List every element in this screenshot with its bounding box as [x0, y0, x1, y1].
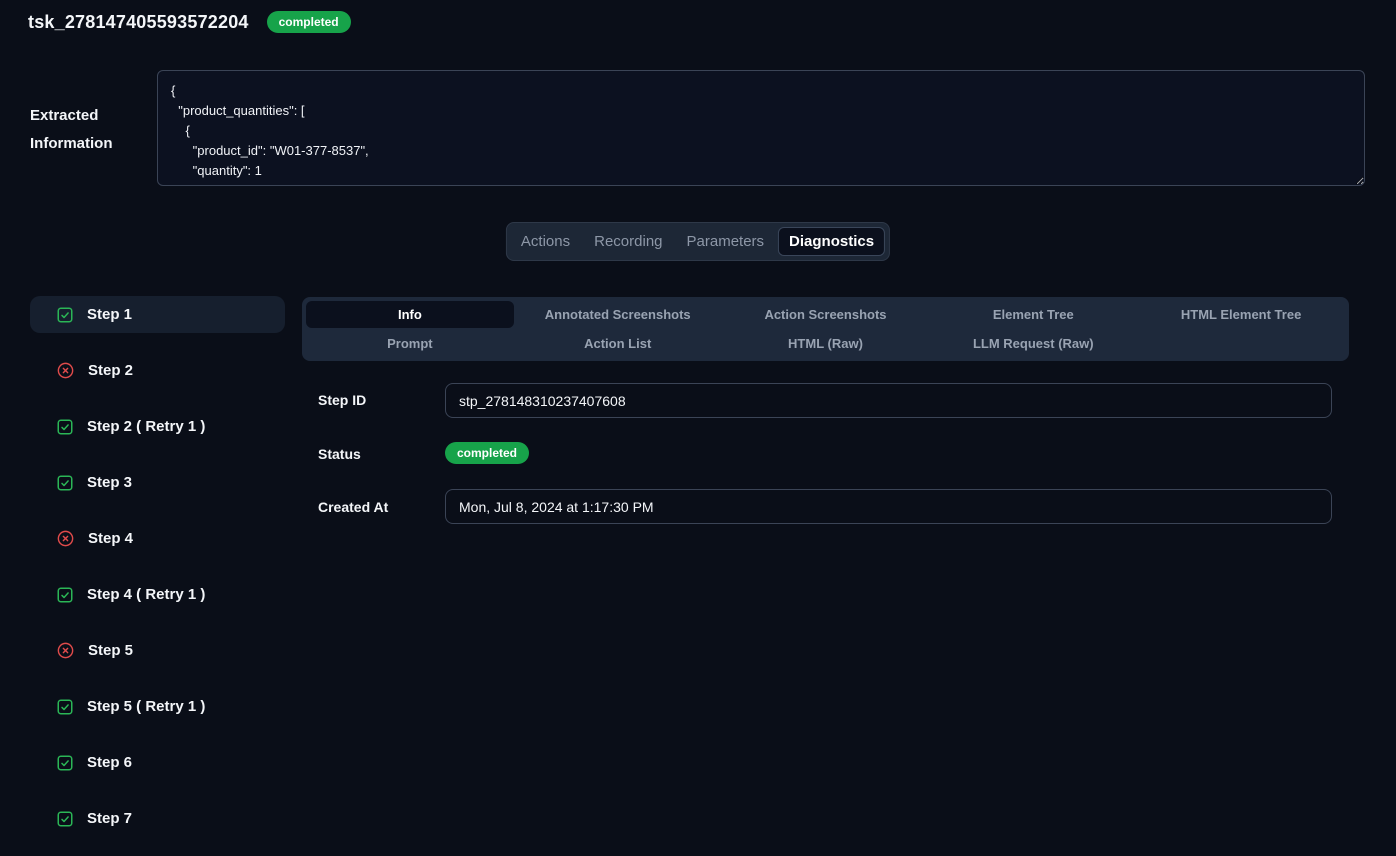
step-error-icon — [56, 641, 75, 660]
subtab-prompt[interactable]: Prompt — [306, 330, 514, 357]
subtab-action-screenshots[interactable]: Action Screenshots — [722, 301, 930, 328]
step-success-icon — [56, 754, 74, 772]
tab-actions[interactable]: Actions — [511, 227, 580, 256]
step-label: Step 7 — [87, 810, 132, 827]
subtab-html-element-tree[interactable]: HTML Element Tree — [1137, 301, 1345, 328]
step-item-step-4[interactable]: Step 4 — [30, 520, 285, 557]
created-at-label: Created At — [318, 499, 388, 515]
tab-recording[interactable]: Recording — [584, 227, 672, 256]
subtab-html-raw[interactable]: HTML (Raw) — [722, 330, 930, 357]
subtab-action-list[interactable]: Action List — [514, 330, 722, 357]
step-item-step-3[interactable]: Step 3 — [30, 464, 285, 501]
step-label: Step 4 ( Retry 1 ) — [87, 586, 205, 603]
step-success-icon — [56, 586, 74, 604]
status-label: Status — [318, 446, 361, 462]
task-id-title: tsk_278147405593572204 — [28, 12, 249, 33]
step-label: Step 3 — [87, 474, 132, 491]
step-id-input[interactable] — [445, 383, 1332, 418]
diagnostics-subtabs: InfoAnnotated ScreenshotsAction Screensh… — [302, 297, 1349, 361]
subtab-info[interactable]: Info — [306, 301, 514, 328]
diagnostics-page: { "page": { "title": "tsk_27814740559357… — [0, 0, 1396, 826]
tab-parameters[interactable]: Parameters — [677, 227, 775, 256]
step-label: Step 4 — [88, 530, 133, 547]
step-success-icon — [56, 306, 74, 324]
step-success-icon — [56, 810, 74, 828]
step-success-icon — [56, 474, 74, 492]
extracted-information-textarea[interactable]: { "product_quantities": [ { "product_id"… — [157, 70, 1365, 186]
extracted-information-label: Extracted Information — [30, 102, 150, 158]
step-item-step-5[interactable]: Step 5 — [30, 632, 285, 669]
step-label: Step 6 — [87, 754, 132, 771]
task-status-badge: completed — [267, 11, 351, 33]
step-success-icon — [56, 698, 74, 716]
step-item-step-2-retry-1[interactable]: Step 2 ( Retry 1 ) — [30, 408, 285, 445]
subtab-element-tree[interactable]: Element Tree — [929, 301, 1137, 328]
tab-diagnostics[interactable]: Diagnostics — [778, 227, 885, 256]
subtab-llm-request-raw[interactable]: LLM Request (Raw) — [929, 330, 1137, 357]
step-item-step-6[interactable]: Step 6 — [30, 744, 285, 781]
step-item-step-7[interactable]: Step 7 — [30, 800, 285, 837]
step-label: Step 2 — [88, 362, 133, 379]
step-status-badge: completed — [445, 442, 529, 464]
step-item-step-5-retry-1[interactable]: Step 5 ( Retry 1 ) — [30, 688, 285, 725]
main-tabbar: ActionsRecordingParametersDiagnostics — [506, 222, 890, 261]
step-label: Step 1 — [87, 306, 132, 323]
task-header: tsk_278147405593572204 completed — [28, 11, 351, 33]
step-item-step-2[interactable]: Step 2 — [30, 352, 285, 389]
step-error-icon — [56, 529, 75, 548]
step-id-label: Step ID — [318, 392, 366, 408]
step-label: Step 5 — [88, 642, 133, 659]
subtab-annotated-screenshots[interactable]: Annotated Screenshots — [514, 301, 722, 328]
step-label: Step 5 ( Retry 1 ) — [87, 698, 205, 715]
step-success-icon — [56, 418, 74, 436]
step-item-step-4-retry-1[interactable]: Step 4 ( Retry 1 ) — [30, 576, 285, 613]
step-label: Step 2 ( Retry 1 ) — [87, 418, 205, 435]
created-at-input[interactable] — [445, 489, 1332, 524]
steps-list: Step 1 Step 2 Step 2 ( Retry 1 ) Step 3 Step… — [30, 296, 285, 856]
step-item-step-1[interactable]: Step 1 — [30, 296, 285, 333]
step-error-icon — [56, 361, 75, 380]
